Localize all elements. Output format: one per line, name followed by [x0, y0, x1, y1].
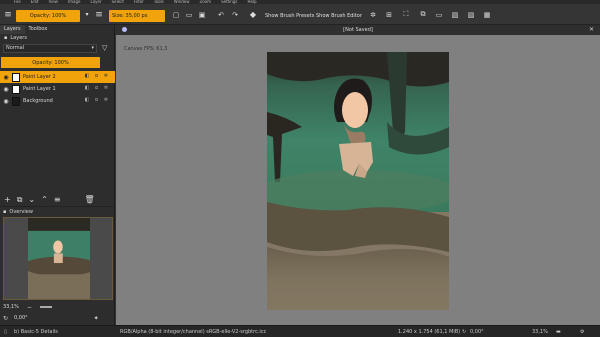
color-profile: RGB/Alpha (8-bit integer/channel) sRGB-e… — [120, 329, 267, 335]
status-bar: ▯ b) Basic-5 Details RGB/Alpha (8-bit in… — [0, 325, 600, 337]
open-document-icon[interactable]: ▭ — [184, 7, 194, 22]
layer-thumbnail — [12, 96, 20, 106]
blend-mode-icon[interactable]: ≡ — [3, 7, 13, 22]
add-layer-icon[interactable]: + — [4, 195, 11, 204]
layer-state-icons[interactable]: ◧ α ✲ — [85, 85, 110, 91]
overview-preview[interactable] — [3, 217, 113, 300]
brush-size-slider[interactable]: Size: 35,00 px — [109, 10, 165, 22]
panel-lock-icon[interactable]: ▪ — [3, 209, 6, 215]
overview-zoom-value: 33,1% — [3, 304, 19, 310]
visibility-eye-icon[interactable]: ◉ — [3, 86, 9, 93]
zoom-slider-icon[interactable]: ▬ — [556, 329, 561, 335]
mirror-icon[interactable]: ⧉ — [418, 7, 428, 22]
opacity-dropdown-icon[interactable]: ▾ — [83, 7, 91, 22]
show-brush-editor-button[interactable]: Show Brush Editor — [316, 13, 362, 19]
delete-layer-icon[interactable]: 🗑 — [85, 195, 95, 204]
painting-canvas[interactable] — [267, 52, 449, 310]
overview-painting-thumbnail — [28, 218, 90, 299]
canvas-area[interactable]: [Not Saved] ✕ Canvas FPS: 61,3 — [116, 25, 600, 325]
visibility-eye-icon[interactable]: ◉ — [3, 74, 9, 81]
duplicate-layer-icon[interactable]: ⧉ — [17, 195, 23, 205]
filter-icon[interactable]: ▽ — [102, 44, 107, 52]
brush-preset-icon[interactable]: ≡ — [92, 7, 106, 22]
canvas-fps-readout: Canvas FPS: 61,3 — [124, 46, 168, 52]
layer-name: Paint Layer 2 — [23, 74, 56, 80]
status-rotate-icon: ↻ — [462, 329, 467, 335]
pin-icon[interactable]: ✦ — [94, 315, 99, 322]
layer-thumbnail — [12, 72, 20, 82]
folder-icon[interactable]: ▭ — [434, 7, 444, 22]
wrap-mode-icon[interactable]: ⊞ — [384, 7, 394, 22]
layer-row[interactable]: ◉ Background ◧ α ✲ — [0, 95, 115, 107]
new-document-icon[interactable]: ▢ — [171, 7, 181, 22]
save-icon[interactable]: ▣ — [197, 7, 207, 22]
image-icon[interactable]: ▨ — [450, 7, 460, 22]
brush-icon: ▯ — [4, 329, 7, 335]
chevron-down-icon: ▾ — [91, 45, 94, 51]
document-tab-bar: [Not Saved] ✕ — [116, 25, 600, 35]
overview-panel-header: ▪ Overview — [0, 208, 115, 216]
tab-toolbox[interactable]: Toolbox — [25, 25, 52, 34]
zoom-out-icon[interactable]: − — [27, 304, 32, 311]
overview-zoom-row: 33,1% − — [0, 302, 115, 312]
layers-panel-title: Layers — [10, 34, 27, 41]
docker-tabs: Layers Toolbox — [0, 25, 115, 34]
visibility-eye-icon[interactable]: ◉ — [3, 98, 9, 105]
status-settings-icon[interactable]: ⚙ — [580, 329, 584, 335]
overview-title: Overview — [9, 209, 33, 215]
layer-state-icons[interactable]: ◧ α ✲ — [85, 97, 110, 103]
rotate-icon[interactable]: ↻ — [3, 315, 8, 322]
layer-controls-bar: + ⧉ ⌄ ⌃ ≡ 🗑 — [0, 193, 115, 207]
workspace-icon[interactable]: ▦ — [482, 7, 492, 22]
krita-window: File Edit View Image Layer Select Filter… — [0, 0, 600, 337]
redo-icon[interactable]: ↷ — [230, 7, 240, 22]
brush-opacity-slider[interactable]: Opacity: 100% — [16, 10, 80, 22]
layer-list: ◉ Paint Layer 2 ◧ α ✲ ◉ Paint Layer 1 ◧ … — [0, 71, 115, 107]
undo-icon[interactable]: ↶ — [216, 7, 226, 22]
show-brush-presets-button[interactable]: Show Brush Presets — [265, 13, 314, 19]
layer-properties-icon[interactable]: ≡ — [54, 195, 61, 204]
image-dimensions: 1.240 x 1.754 (61,1 MiB) — [398, 329, 461, 335]
layers-docker: Layers Toolbox ▪ Layers Normal ▾ ▽ Opaci… — [0, 25, 115, 325]
layer-name: Paint Layer 1 — [23, 86, 56, 92]
blend-mode-value: Normal — [6, 45, 25, 51]
layer-row[interactable]: ◉ Paint Layer 1 ◧ α ✲ — [0, 83, 115, 95]
overview-zoom-slider[interactable] — [39, 306, 52, 308]
move-up-icon[interactable]: ⌃ — [41, 195, 48, 204]
status-zoom[interactable]: 33,1% — [532, 329, 548, 335]
panel-lock-icon[interactable]: ▪ — [4, 35, 7, 41]
close-icon[interactable]: ✕ — [589, 26, 594, 33]
main-toolbar: ≡ Opacity: 100% ▾ ≡ Size: 35,00 px ▢ ▭ ▣… — [0, 4, 600, 25]
reference-image-icon[interactable]: ▧ — [466, 7, 476, 22]
move-down-icon[interactable]: ⌄ — [28, 195, 35, 204]
overview-rotation-row: ↻ 0,00° ✦ — [0, 313, 115, 323]
tab-layers[interactable]: Layers — [0, 25, 25, 34]
settings-gear-icon[interactable]: ✲ — [368, 7, 378, 22]
crop-icon[interactable]: ⛶ — [401, 7, 411, 22]
layer-row[interactable]: ◉ Paint Layer 2 ◧ α ✲ — [0, 71, 115, 83]
blend-mode-select[interactable]: Normal ▾ — [3, 43, 97, 53]
document-tab[interactable]: [Not Saved] — [116, 25, 600, 35]
layer-name: Background — [23, 98, 53, 104]
status-rotation: 0,00° — [470, 329, 484, 335]
layer-state-icons[interactable]: ◧ α ✲ — [85, 73, 110, 79]
layers-panel-header: ▪ Layers — [0, 34, 115, 41]
current-brush[interactable]: b) Basic-5 Details — [14, 329, 58, 335]
layer-opacity-slider[interactable]: Opacity: 100% — [1, 57, 100, 68]
blend-mode-row: Normal ▾ ▽ — [0, 42, 115, 54]
eraser-icon[interactable]: ◆ — [248, 7, 258, 22]
overview-rotation-value: 0,00° — [14, 315, 28, 321]
layer-thumbnail — [12, 84, 20, 94]
